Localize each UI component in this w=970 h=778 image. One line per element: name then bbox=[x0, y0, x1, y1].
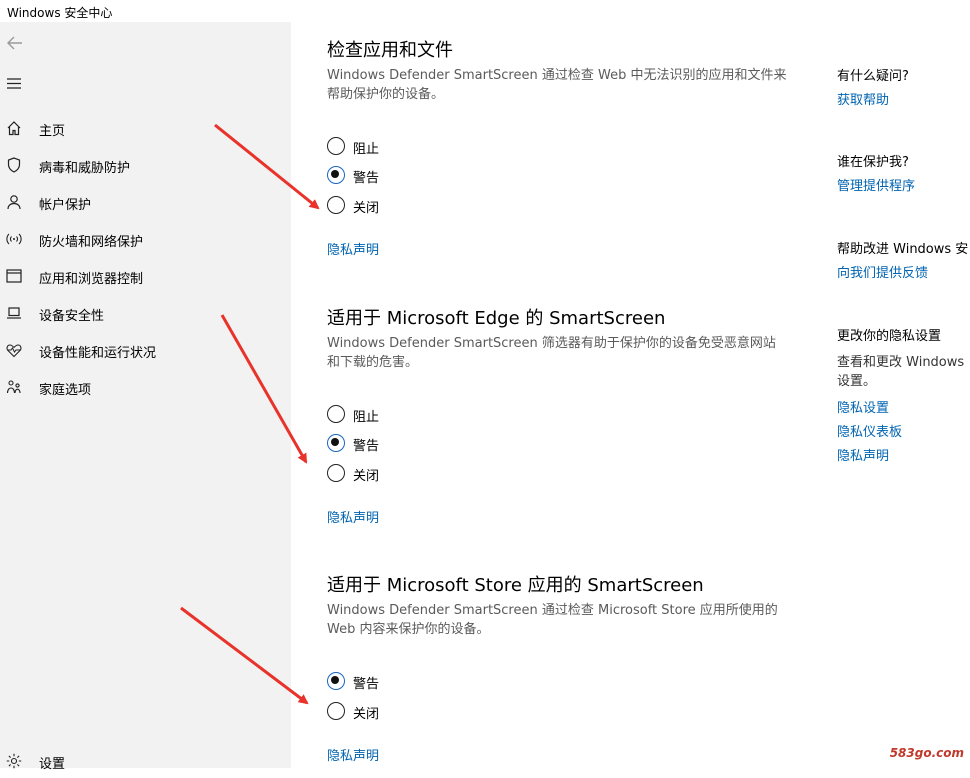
section-title: 检查应用和文件 bbox=[327, 36, 453, 62]
get-help-link[interactable]: 获取帮助 bbox=[837, 89, 889, 108]
sidebar-item-label: 设备性能和运行状况 bbox=[39, 342, 156, 361]
radio-button-selected[interactable] bbox=[327, 434, 345, 452]
sidebar-item-settings[interactable]: 设置 bbox=[0, 744, 291, 778]
privacy-dashboard-link[interactable]: 隐私仪表板 bbox=[837, 421, 902, 440]
family-icon bbox=[5, 378, 23, 396]
section-title: 适用于 Microsoft Store 应用的 SmartScreen bbox=[327, 571, 704, 597]
improve-heading: 帮助改进 Windows 安 bbox=[837, 238, 968, 257]
sidebar-item-firewall[interactable]: 防火墙和网络保护 bbox=[0, 222, 291, 256]
sidebar-item-app-browser-control[interactable]: 应用和浏览器控制 bbox=[0, 259, 291, 293]
window-title: Windows 安全中心 bbox=[7, 4, 112, 21]
sidebar-item-device-performance[interactable]: 设备性能和运行状况 bbox=[0, 333, 291, 367]
sidebar-item-label: 家庭选项 bbox=[39, 379, 91, 398]
shield-icon bbox=[5, 156, 23, 174]
radio-option-block[interactable]: 阻止 bbox=[327, 404, 527, 426]
heart-pulse-icon bbox=[5, 341, 23, 359]
sidebar: 主页 病毒和威胁防护 帐户保护 防火墙和网络保护 应用和浏览器控制 设备安全性 bbox=[0, 22, 291, 768]
radio-button[interactable] bbox=[327, 702, 345, 720]
section-description: Windows Defender SmartScreen 通过检查 Micros… bbox=[327, 601, 787, 639]
wifi-icon bbox=[5, 230, 23, 248]
privacy-settings-text: 查看和更改 Windows 设置。 bbox=[837, 353, 970, 391]
sidebar-item-home[interactable]: 主页 bbox=[0, 111, 291, 145]
laptop-icon bbox=[5, 304, 23, 322]
sidebar-item-device-security[interactable]: 设备安全性 bbox=[0, 296, 291, 330]
section-description: Windows Defender SmartScreen 筛选器有助于保护你的设… bbox=[327, 334, 787, 372]
radio-button[interactable] bbox=[327, 137, 345, 155]
watermark: 583go.com bbox=[890, 746, 964, 760]
radio-label: 关闭 bbox=[353, 703, 379, 722]
radio-button-selected[interactable] bbox=[327, 166, 345, 184]
gear-icon bbox=[5, 752, 23, 770]
title-bar: Windows 安全中心 bbox=[0, 0, 970, 22]
sidebar-item-label: 帐户保护 bbox=[39, 194, 91, 213]
radio-option-off[interactable]: 关闭 bbox=[327, 463, 527, 485]
who-protects-heading: 谁在保护我? bbox=[837, 151, 909, 170]
radio-label: 关闭 bbox=[353, 197, 379, 216]
browser-window-icon bbox=[5, 267, 23, 285]
radio-option-off[interactable]: 关闭 bbox=[327, 701, 527, 723]
privacy-statement-link[interactable]: 隐私声明 bbox=[837, 445, 889, 464]
radio-label: 警告 bbox=[353, 167, 379, 186]
privacy-settings-heading: 更改你的隐私设置 bbox=[837, 325, 941, 344]
questions-heading: 有什么疑问? bbox=[837, 65, 909, 84]
sidebar-item-label: 设备安全性 bbox=[39, 305, 104, 324]
radio-button[interactable] bbox=[327, 196, 345, 214]
radio-option-warn[interactable]: 警告 bbox=[327, 165, 527, 187]
privacy-statement-link[interactable]: 隐私声明 bbox=[327, 507, 379, 526]
related-settings-panel: 有什么疑问? 获取帮助 谁在保护我? 管理提供程序 帮助改进 Windows 安… bbox=[837, 22, 970, 768]
radio-button-selected[interactable] bbox=[327, 672, 345, 690]
hamburger-menu-icon[interactable] bbox=[5, 74, 25, 94]
section-description: Windows Defender SmartScreen 通过检查 Web 中无… bbox=[327, 66, 787, 104]
sidebar-item-virus-protection[interactable]: 病毒和威胁防护 bbox=[0, 148, 291, 182]
sidebar-item-label: 主页 bbox=[39, 120, 65, 139]
radio-label: 阻止 bbox=[353, 406, 379, 425]
radio-button[interactable] bbox=[327, 464, 345, 482]
manage-providers-link[interactable]: 管理提供程序 bbox=[837, 175, 915, 194]
radio-option-off[interactable]: 关闭 bbox=[327, 195, 527, 217]
sidebar-item-label: 应用和浏览器控制 bbox=[39, 268, 143, 287]
radio-option-block[interactable]: 阻止 bbox=[327, 136, 527, 158]
radio-label: 阻止 bbox=[353, 138, 379, 157]
radio-label: 警告 bbox=[353, 673, 379, 692]
privacy-settings-link[interactable]: 隐私设置 bbox=[837, 397, 889, 416]
feedback-link[interactable]: 向我们提供反馈 bbox=[837, 262, 928, 281]
radio-button[interactable] bbox=[327, 405, 345, 423]
person-icon bbox=[5, 193, 23, 211]
privacy-statement-link[interactable]: 隐私声明 bbox=[327, 239, 379, 258]
sidebar-item-label: 防火墙和网络保护 bbox=[39, 231, 143, 250]
sidebar-item-label: 设置 bbox=[39, 753, 65, 772]
main-content: 检查应用和文件 Windows Defender SmartScreen 通过检… bbox=[291, 22, 811, 768]
radio-option-warn[interactable]: 警告 bbox=[327, 433, 527, 455]
home-icon bbox=[5, 119, 23, 137]
radio-label: 关闭 bbox=[353, 465, 379, 484]
sidebar-item-account[interactable]: 帐户保护 bbox=[0, 185, 291, 219]
section-title: 适用于 Microsoft Edge 的 SmartScreen bbox=[327, 304, 665, 330]
sidebar-item-label: 病毒和威胁防护 bbox=[39, 157, 130, 176]
radio-option-warn[interactable]: 警告 bbox=[327, 671, 527, 693]
sidebar-item-family[interactable]: 家庭选项 bbox=[0, 370, 291, 404]
privacy-statement-link[interactable]: 隐私声明 bbox=[327, 745, 379, 764]
radio-label: 警告 bbox=[353, 435, 379, 454]
back-arrow-icon[interactable] bbox=[4, 32, 26, 54]
